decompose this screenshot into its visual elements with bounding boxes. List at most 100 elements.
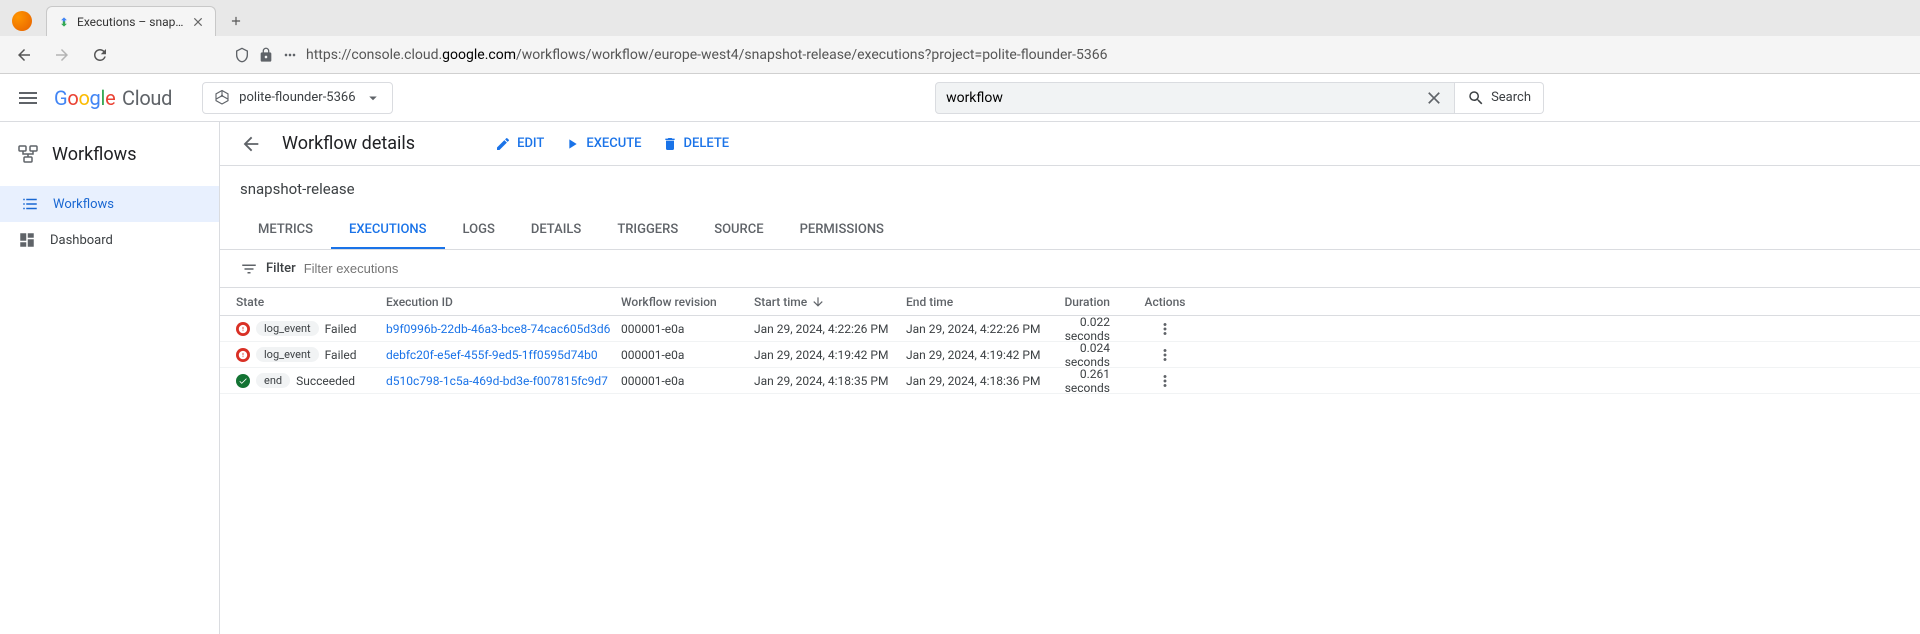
th-actions: Actions [1140,295,1190,309]
hexagon-icon [213,89,231,107]
th-state[interactable]: State [236,295,386,309]
permissions-icon [282,47,298,63]
tab-source[interactable]: SOURCE [696,212,781,249]
duration-cell: 0.261 seconds [1060,367,1140,395]
th-execution-id[interactable]: Execution ID [386,295,621,309]
firefox-icon [12,11,32,31]
end-time-cell: Jan 29, 2024, 4:19:42 PM [906,348,1060,362]
more-icon[interactable] [1156,346,1174,364]
tab-details[interactable]: DETAILS [513,212,599,249]
tab-permissions[interactable]: PERMISSIONS [782,212,902,249]
plus-icon [229,14,243,28]
state-text: Succeeded [296,374,355,388]
revision-cell: 000001-e0a [621,322,754,336]
play-icon [564,136,580,152]
search-button-label: Search [1491,90,1531,105]
browser-tab-title: Executions – snapshot-rel… [77,15,185,29]
url-text: https://console.cloud.google.com/workflo… [306,47,1108,63]
filter-input[interactable] [304,261,480,276]
duration-cell: 0.024 seconds [1060,341,1140,369]
browser-tab-bar: Executions – snapshot-rel… [0,0,1920,36]
sidebar-header: Workflows [0,134,219,174]
page-title: Workflow details [282,133,415,154]
browser-chrome: Executions – snapshot-rel… https://conso… [0,0,1920,74]
status-icon [236,374,250,388]
workflows-icon [16,142,40,166]
content-header: Workflow details EDIT EXECUTE DELETE [220,122,1920,166]
lock-icon [258,47,274,63]
gcp-favicon-icon [57,15,71,29]
execution-id-link[interactable]: d510c798-1c5a-469d-bd3e-f007815fc9d7 [386,374,608,388]
table-row: log_event Failed b9f0996b-22db-46a3-bce8… [220,316,1920,342]
menu-icon[interactable] [16,86,40,110]
reload-icon [91,46,109,64]
step-badge: end [256,373,290,388]
main-layout: Workflows Workflows Dashboard Workflow d… [0,122,1920,634]
list-icon [21,195,39,213]
tab-executions[interactable]: EXECUTIONS [331,212,445,249]
table-header: State Execution ID Workflow revision Sta… [220,288,1920,316]
sidebar-item-workflows[interactable]: Workflows [0,186,219,222]
execute-button[interactable]: EXECUTE [564,136,641,152]
step-badge: log_event [256,321,319,336]
search-value: workflow [946,90,1424,106]
url-bar[interactable]: https://console.cloud.google.com/workflo… [224,40,1910,70]
forward-button[interactable] [48,41,76,69]
content: Workflow details EDIT EXECUTE DELETE sna… [220,122,1920,634]
tab-triggers[interactable]: TRIGGERS [599,212,696,249]
more-icon[interactable] [1156,320,1174,338]
clear-icon[interactable] [1424,88,1444,108]
start-time-cell: Jan 29, 2024, 4:22:26 PM [754,322,906,336]
back-button[interactable] [10,41,38,69]
status-icon [236,348,250,362]
project-selector[interactable]: polite-flounder-5366 [202,82,392,114]
revision-cell: 000001-e0a [621,348,754,362]
sidebar-item-dashboard[interactable]: Dashboard [0,222,219,258]
state-text: Failed [325,348,357,362]
dashboard-icon [18,231,36,249]
edit-button[interactable]: EDIT [495,136,544,152]
filter-bar: Filter [220,250,1920,288]
th-start-time[interactable]: Start time [754,295,906,309]
sidebar-items: Workflows Dashboard [0,186,219,258]
trash-icon [662,136,678,152]
chevron-down-icon [364,89,382,107]
delete-button[interactable]: DELETE [662,136,730,152]
execution-id-link[interactable]: debfc20f-e5ef-455f-9ed5-1ff0595d74b0 [386,348,598,362]
th-end-time[interactable]: End time [906,295,1060,309]
close-icon[interactable] [191,15,205,29]
sort-desc-icon [811,295,825,309]
table-row: log_event Failed debfc20f-e5ef-455f-9ed5… [220,342,1920,368]
browser-tab[interactable]: Executions – snapshot-rel… [46,6,216,36]
new-tab-button[interactable] [224,9,248,33]
more-icon[interactable] [1156,372,1174,390]
arrow-left-icon [15,46,33,64]
search-button[interactable]: Search [1455,82,1544,114]
tab-logs[interactable]: LOGS [445,212,513,249]
project-name: polite-flounder-5366 [239,90,355,105]
execution-id-link[interactable]: b9f0996b-22db-46a3-bce8-74cac605d3d6 [386,322,610,336]
gcp-logo[interactable]: Google Cloud [54,86,172,110]
tab-metrics[interactable]: METRICS [240,212,331,249]
search-container: workflow Search [935,82,1544,114]
sidebar-item-label: Workflows [53,197,114,212]
sidebar: Workflows Workflows Dashboard [0,122,220,634]
filter-icon[interactable] [240,260,258,278]
th-duration[interactable]: Duration [1060,295,1140,309]
filter-label: Filter [266,261,296,276]
sidebar-title: Workflows [52,144,137,165]
shield-icon [234,47,250,63]
table-row: end Succeeded d510c798-1c5a-469d-bd3e-f0… [220,368,1920,394]
arrow-right-icon [53,46,71,64]
table-body: log_event Failed b9f0996b-22db-46a3-bce8… [220,316,1920,394]
state-text: Failed [325,322,357,336]
tabs: METRICS EXECUTIONS LOGS DETAILS TRIGGERS… [220,212,1920,250]
th-revision[interactable]: Workflow revision [621,295,754,309]
search-input[interactable]: workflow [935,82,1455,114]
back-icon[interactable] [240,133,262,155]
reload-button[interactable] [86,41,114,69]
address-bar: https://console.cloud.google.com/workflo… [0,36,1920,74]
edit-icon [495,136,511,152]
start-time-cell: Jan 29, 2024, 4:18:35 PM [754,374,906,388]
duration-cell: 0.022 seconds [1060,315,1140,343]
